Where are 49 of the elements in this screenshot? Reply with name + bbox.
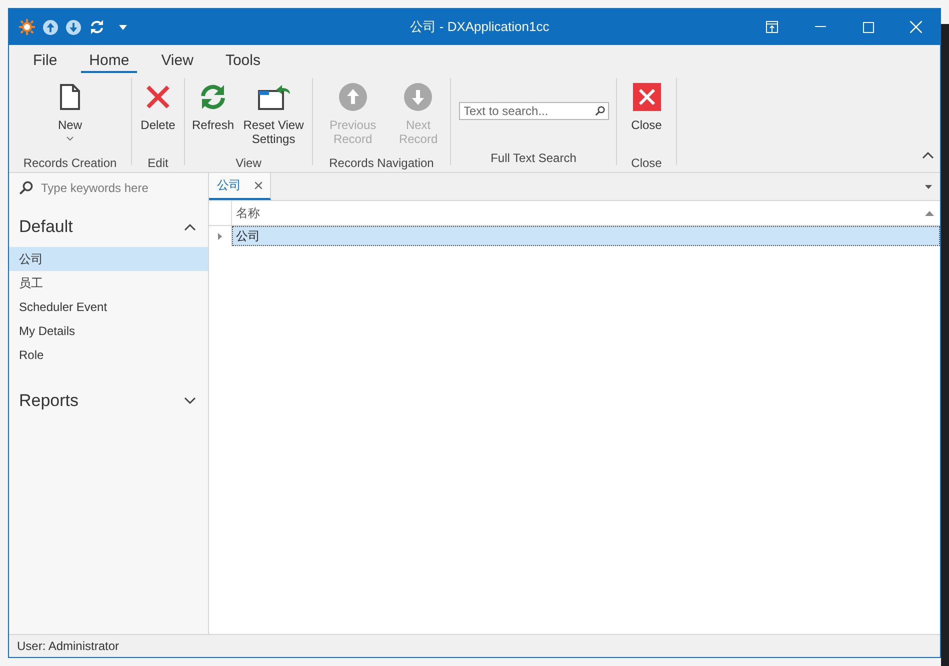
window-arrow-icon [256,83,291,111]
ribbon-button[interactable]: Close [628,78,665,156]
nav-group-header[interactable]: Default [9,203,208,241]
ribbon-tab[interactable]: File [25,52,66,73]
ribbon-tab[interactable]: Tools [217,52,268,73]
nav-item[interactable]: Role [9,343,208,367]
chevron-up-icon [184,223,196,231]
group-label: Close [631,156,662,170]
ribbon-tab[interactable]: Home [81,52,138,73]
search-icon [594,106,604,116]
nav-item[interactable]: My Details [9,319,208,343]
sort-icon [925,210,934,216]
minimize-icon [814,26,826,28]
group-label: Full Text Search [490,151,576,165]
document-tab[interactable]: 公司 [209,173,271,200]
table-cell: 公司 [232,226,940,246]
search-field[interactable]: Text to search... [458,102,608,120]
group-label: View [236,156,262,170]
refresh-icon [89,19,105,35]
ribbon-button[interactable]: New [54,78,85,156]
chevron-up-icon [922,151,934,159]
search-icon [19,181,33,195]
row-expand-icon [218,232,222,240]
close-icon [255,182,262,189]
chevron-down-icon [184,397,196,405]
caret-icon [925,184,932,188]
group-label: Edit [148,156,168,170]
sun-icon [19,19,35,35]
ribbon-button[interactable]: Reset View Settings [239,78,308,156]
column-header[interactable]: 名称 [232,201,940,225]
ribbon-button[interactable]: Refresh [189,78,238,156]
ribbon-button[interactable]: Delete [138,78,178,156]
close-icon [910,21,922,33]
caret-icon [119,24,127,30]
group-label: Records Creation [23,156,117,170]
ribbon-tab[interactable]: View [153,52,202,73]
nav-group-header[interactable]: Reports [9,377,208,415]
restore-icon [766,21,778,33]
search-field[interactable]: Type keywords here [39,180,208,196]
close-icon [632,83,660,111]
nav-item[interactable]: 公司 [9,247,208,271]
document-icon [58,84,81,110]
status-text: User: Administrator [17,639,120,653]
cross-icon [145,84,171,110]
nav-item[interactable]: Scheduler Event [9,295,208,319]
group-label: Records Navigation [329,156,434,170]
maximize-icon [862,22,874,32]
nav-item[interactable]: 员工 [9,271,208,295]
window-title: 公司 - DXApplication1cc [408,18,550,36]
